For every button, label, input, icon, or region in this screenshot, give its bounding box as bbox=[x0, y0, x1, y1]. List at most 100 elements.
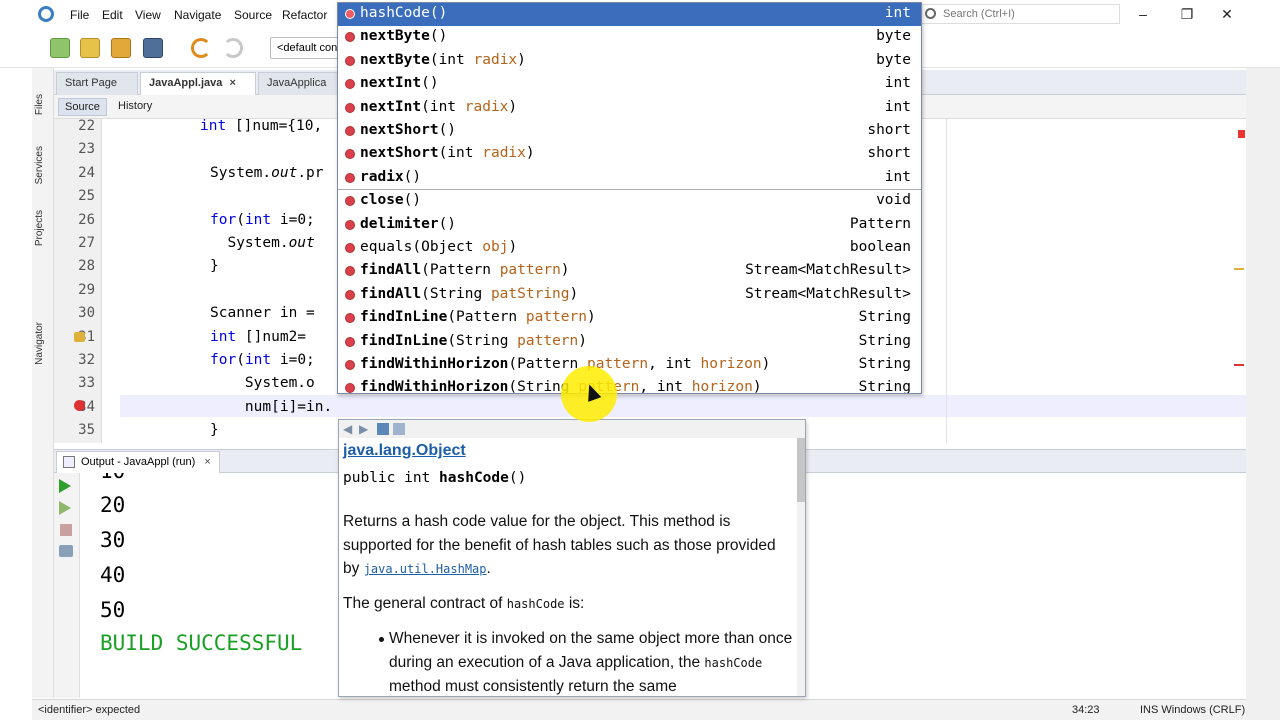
maximize-button[interactable]: ❐ bbox=[1172, 4, 1202, 24]
tab-start-page[interactable]: Start Page bbox=[56, 72, 138, 95]
method-name: delimiter bbox=[360, 215, 439, 232]
output-line: 30 bbox=[100, 528, 126, 552]
insert-mode-line-ending[interactable]: INS Windows (CRLF) bbox=[1140, 704, 1245, 716]
stop-icon[interactable] bbox=[60, 524, 72, 536]
return-type: String bbox=[858, 379, 911, 394]
menu-navigate[interactable]: Navigate bbox=[174, 8, 221, 22]
source-view-tab[interactable]: Source bbox=[58, 98, 107, 116]
method-params: (int radix) bbox=[439, 145, 535, 161]
back-arrow-icon[interactable]: ◀ bbox=[343, 423, 357, 435]
new-file-icon[interactable] bbox=[50, 38, 70, 58]
undo-icon[interactable] bbox=[191, 38, 211, 58]
code-keyword: int bbox=[210, 328, 237, 345]
completion-item[interactable]: findAll(Pattern pattern) Stream<MatchResu… bbox=[338, 260, 921, 283]
completion-item[interactable]: close() void bbox=[338, 190, 921, 213]
settings-icon[interactable] bbox=[59, 545, 73, 557]
menu-edit[interactable]: Edit bbox=[102, 8, 123, 22]
configuration-select[interactable]: <default config> bbox=[270, 37, 340, 59]
line-number: 22 bbox=[78, 119, 95, 134]
method-icon bbox=[345, 336, 355, 347]
code-line: for(int i=0; bbox=[210, 352, 315, 368]
line-number: 26 bbox=[78, 211, 95, 228]
completion-item[interactable]: findWithinHorizon(String pattern, int ho… bbox=[338, 377, 921, 394]
params-open: () bbox=[421, 75, 439, 92]
close-window-button[interactable]: ✕ bbox=[1212, 4, 1242, 24]
rerun-different-icon[interactable] bbox=[59, 501, 71, 515]
menu-refactor[interactable]: Refactor bbox=[282, 8, 327, 22]
warning-stripe-mark[interactable] bbox=[1234, 268, 1244, 270]
completion-item[interactable]: hashCode() int bbox=[338, 3, 921, 26]
error-stripe-mark[interactable] bbox=[1238, 130, 1245, 138]
tab-close-icon[interactable]: × bbox=[229, 77, 235, 89]
completion-item[interactable]: nextShort() short bbox=[338, 120, 921, 143]
code-completion-popup[interactable]: hashCode() int nextByte() byte nextByte(int … bbox=[337, 2, 922, 394]
completion-item[interactable]: findInLine(Pattern pattern) String bbox=[338, 307, 921, 330]
code-text: System. bbox=[210, 164, 272, 181]
code-text: System. bbox=[210, 235, 289, 251]
params-open: () bbox=[429, 28, 448, 45]
javadoc-class-link[interactable]: java.lang.Object bbox=[343, 442, 466, 460]
rerun-icon[interactable] bbox=[59, 479, 71, 493]
bullet-dot bbox=[379, 637, 384, 642]
history-view-tab[interactable]: History bbox=[112, 98, 158, 116]
output-tab-label: Output - JavaAppl (run) bbox=[81, 456, 196, 468]
completion-item[interactable]: delimiter() Pattern bbox=[338, 214, 921, 237]
goto-source-icon[interactable] bbox=[393, 423, 405, 435]
menu-view[interactable]: View bbox=[135, 8, 161, 22]
javadoc-description: Returns a hash code value for the object… bbox=[343, 510, 788, 582]
return-type: int bbox=[884, 168, 911, 185]
method-icon bbox=[345, 126, 355, 136]
tab-output[interactable]: Output - JavaAppl (run) × bbox=[56, 451, 220, 473]
output-action-strip bbox=[54, 473, 80, 698]
completion-item[interactable]: nextByte() byte bbox=[338, 26, 921, 49]
files-panel-tab[interactable]: Files bbox=[34, 94, 45, 115]
return-type: String bbox=[858, 356, 911, 372]
method-params: () bbox=[404, 192, 421, 208]
menu-source[interactable]: Source bbox=[234, 8, 272, 22]
output-tab-close-icon[interactable]: × bbox=[204, 456, 210, 468]
completion-signature: findInLine(Pattern pattern) bbox=[360, 309, 596, 325]
minimize-button[interactable]: – bbox=[1128, 4, 1158, 24]
method-params: () bbox=[430, 28, 447, 44]
code-keyword: int bbox=[244, 211, 272, 228]
completion-item[interactable]: nextInt() int bbox=[338, 73, 921, 96]
javadoc-scroll-thumb[interactable] bbox=[797, 438, 805, 502]
menu-file[interactable]: File bbox=[70, 8, 89, 22]
contract-suffix: is: bbox=[564, 595, 585, 612]
line-number: 28 bbox=[78, 258, 95, 275]
return-type: boolean bbox=[849, 239, 911, 255]
completion-item[interactable]: nextShort(int radix) short bbox=[338, 143, 921, 166]
javadoc-nav-bar: ◀ ▶ bbox=[339, 420, 805, 438]
error-marker-icon[interactable] bbox=[74, 400, 85, 411]
completion-item[interactable]: radix() int bbox=[338, 167, 921, 190]
tab-javaappl-java[interactable]: JavaAppl.java × bbox=[140, 72, 256, 95]
redo-icon[interactable] bbox=[223, 38, 243, 58]
javadoc-popup[interactable]: ◀ ▶ java.lang.Object public int hashCode… bbox=[338, 419, 806, 697]
code-text: .pr bbox=[297, 164, 324, 181]
method-name: nextShort bbox=[360, 122, 439, 138]
completion-item[interactable]: findInLine(String pattern) String bbox=[338, 331, 921, 354]
params-open: (Pattern bbox=[421, 262, 500, 279]
code-line: } bbox=[210, 258, 219, 274]
signature-suffix: () bbox=[508, 470, 527, 486]
search-input[interactable]: Search (Ctrl+I) bbox=[920, 4, 1120, 24]
completion-item[interactable]: findWithinHorizon(Pattern pattern, int h… bbox=[338, 354, 921, 377]
open-project-icon[interactable] bbox=[111, 38, 131, 58]
completion-item[interactable]: findAll(String patString) Stream<MatchRes… bbox=[338, 284, 921, 307]
param-name: pattern bbox=[499, 262, 561, 279]
forward-arrow-icon[interactable]: ▶ bbox=[359, 423, 373, 435]
completion-item[interactable]: nextInt(int radix) int bbox=[338, 97, 921, 120]
error-stripe-mark-2[interactable] bbox=[1234, 364, 1244, 366]
services-panel-tab[interactable]: Services bbox=[34, 146, 45, 184]
completion-item[interactable]: nextByte(int radix) byte bbox=[338, 50, 921, 73]
open-in-browser-icon[interactable] bbox=[377, 423, 389, 435]
caret-position[interactable]: 34:23 bbox=[1072, 704, 1100, 716]
navigator-panel-tab[interactable]: Navigator bbox=[34, 322, 45, 365]
tab-javaapplica[interactable]: JavaApplica bbox=[258, 72, 338, 95]
params-close: ) bbox=[517, 51, 526, 68]
hashmap-link[interactable]: java.util.HashMap bbox=[364, 562, 487, 576]
save-all-icon[interactable] bbox=[143, 38, 163, 58]
completion-item[interactable]: equals(Object obj) boolean bbox=[338, 237, 921, 260]
new-project-icon[interactable] bbox=[80, 38, 100, 58]
projects-panel-tab[interactable]: Projects bbox=[34, 210, 45, 246]
